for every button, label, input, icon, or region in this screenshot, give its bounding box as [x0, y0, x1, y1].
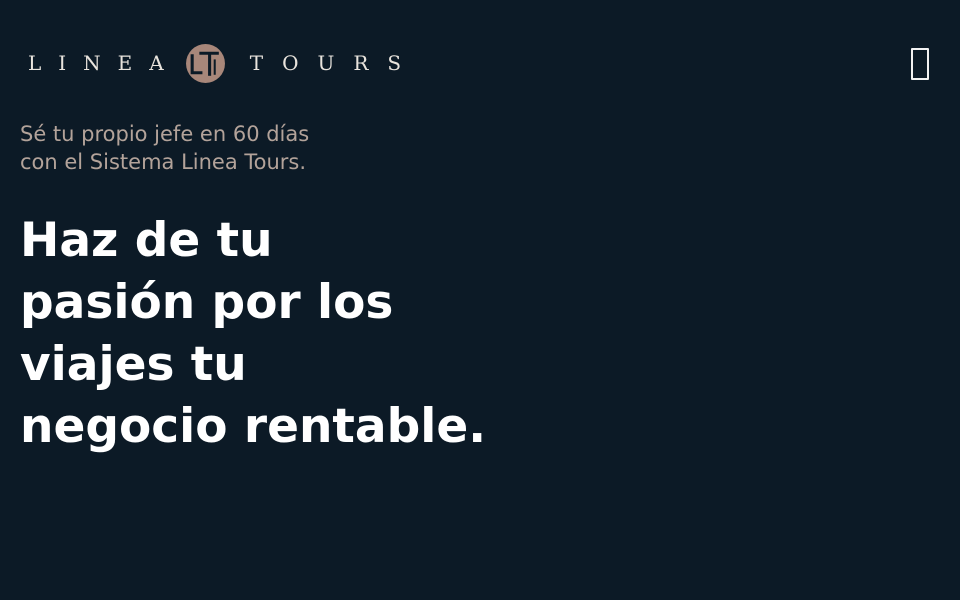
site-logo[interactable]: LINEA TOURS — [28, 42, 420, 84]
menu-button[interactable] — [906, 44, 934, 84]
hamburger-menu-icon — [911, 48, 929, 80]
logo-word-linea: LINEA — [28, 51, 181, 75]
hero-headline-line: pasión por los — [20, 275, 394, 330]
hero-subtitle-line: con el Sistema Linea Tours. — [20, 150, 307, 174]
lt-monogram-icon — [185, 43, 225, 83]
hero-headline: Haz de tu pasión por los viajes tu negoc… — [20, 210, 580, 458]
hero-headline-line: viajes tu — [20, 337, 247, 392]
hero-subtitle-line: Sé tu propio jefe en 60 días — [20, 122, 310, 146]
site-header: LINEA TOURS — [0, 0, 960, 125]
hero-subtitle: Sé tu propio jefe en 60 días con el Sist… — [20, 120, 440, 176]
logo-word-tours: TOURS — [249, 51, 421, 75]
hero-headline-line: Haz de tu — [20, 213, 273, 268]
hero-headline-line: negocio rentable. — [20, 399, 487, 454]
